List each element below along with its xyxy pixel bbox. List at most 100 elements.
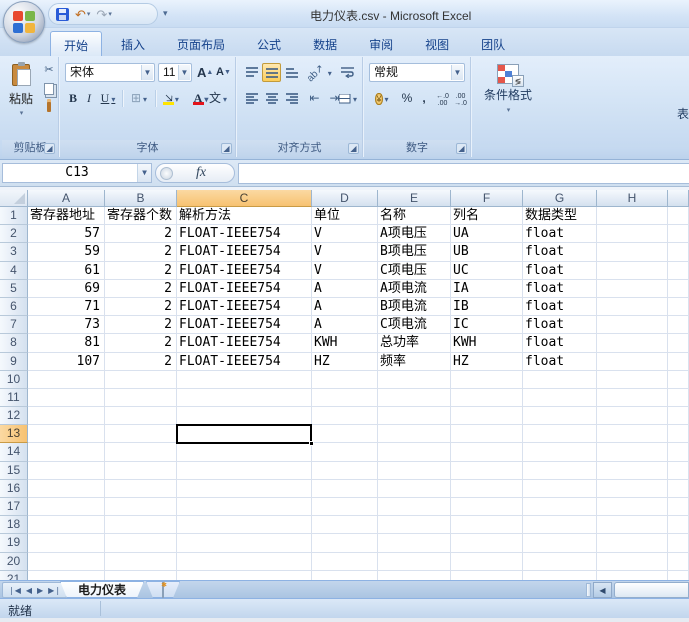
wrap-text-button[interactable] — [337, 63, 357, 82]
cell-G8[interactable]: float — [523, 334, 597, 352]
row-header-12[interactable]: 12 — [0, 407, 28, 425]
cell-B5[interactable]: 2 — [105, 280, 177, 298]
cell-E14[interactable] — [378, 443, 451, 461]
cell-H2[interactable] — [597, 225, 668, 243]
cell-H20[interactable] — [597, 553, 668, 571]
cell-E7[interactable]: C项电流 — [378, 316, 451, 334]
cell-G20[interactable] — [523, 553, 597, 571]
cell-A7[interactable]: 73 — [28, 316, 105, 334]
conditional-formatting-button[interactable]: ≶ 条件格式 ▾ — [480, 60, 536, 138]
cell-I12[interactable] — [668, 407, 689, 425]
column-header-A[interactable]: A — [28, 190, 105, 207]
cell-B11[interactable] — [105, 389, 177, 407]
office-button[interactable] — [3, 1, 45, 43]
cell-A3[interactable]: 59 — [28, 243, 105, 261]
row-header-1[interactable]: 1 — [0, 207, 28, 225]
cell-C6[interactable]: FLOAT-IEEE754 — [177, 298, 312, 316]
fill-color-button[interactable]: 🡦 — [158, 89, 186, 108]
cell-E18[interactable] — [378, 516, 451, 534]
cell-G1[interactable]: 数据类型 — [523, 207, 597, 225]
cell-F10[interactable] — [451, 371, 523, 389]
cell-H7[interactable] — [597, 316, 668, 334]
number-dialog-launcher[interactable]: ◢ — [456, 143, 467, 154]
percent-button[interactable]: % — [398, 89, 416, 108]
cell-D14[interactable] — [312, 443, 378, 461]
sheet-tab[interactable]: 电力仪表 — [60, 581, 144, 598]
cell-E8[interactable]: 总功率 — [378, 334, 451, 352]
paste-button[interactable]: 粘贴 ▾ — [6, 61, 36, 137]
cell-G5[interactable]: float — [523, 280, 597, 298]
cell-A18[interactable] — [28, 516, 105, 534]
cell-B13[interactable] — [105, 425, 177, 443]
cell-G9[interactable]: float — [523, 353, 597, 371]
row-header-15[interactable]: 15 — [0, 462, 28, 480]
cell-H21[interactable] — [597, 571, 668, 580]
insert-worksheet-tab[interactable] — [146, 581, 180, 598]
cell-F21[interactable] — [451, 571, 523, 580]
cell-H5[interactable] — [597, 280, 668, 298]
first-sheet-button[interactable]: ❘◀ — [6, 586, 23, 595]
cell-H18[interactable] — [597, 516, 668, 534]
clipboard-dialog-launcher[interactable]: ◢ — [44, 143, 55, 154]
cell-D19[interactable] — [312, 534, 378, 552]
cell-G19[interactable] — [523, 534, 597, 552]
insert-function-button[interactable]: fx — [155, 163, 235, 183]
cell-G21[interactable] — [523, 571, 597, 580]
cell-D3[interactable]: V — [312, 243, 378, 261]
cell-A19[interactable] — [28, 534, 105, 552]
cell-A20[interactable] — [28, 553, 105, 571]
cell-C11[interactable] — [177, 389, 312, 407]
cell-E15[interactable] — [378, 462, 451, 480]
cell-B12[interactable] — [105, 407, 177, 425]
cell-A15[interactable] — [28, 462, 105, 480]
hscroll-left-arrow[interactable]: ◀ — [593, 582, 612, 598]
row-header-5[interactable]: 5 — [0, 280, 28, 298]
cell-H15[interactable] — [597, 462, 668, 480]
bold-button[interactable]: B — [65, 89, 81, 108]
row-header-6[interactable]: 6 — [0, 298, 28, 316]
cell-A13[interactable] — [28, 425, 105, 443]
ribbon-tab-0[interactable]: 开始 — [50, 31, 102, 56]
cell-A5[interactable]: 69 — [28, 280, 105, 298]
align-bottom-button[interactable] — [282, 63, 301, 82]
cell-C15[interactable] — [177, 462, 312, 480]
format-as-table-button[interactable]: 表 — [668, 60, 689, 138]
cell-F3[interactable]: UB — [451, 243, 523, 261]
cell-B21[interactable] — [105, 571, 177, 580]
number-format-combo[interactable]: 常规 ▼ — [369, 63, 465, 82]
cell-E13[interactable] — [378, 425, 451, 443]
cell-F6[interactable]: IB — [451, 298, 523, 316]
cell-D16[interactable] — [312, 480, 378, 498]
cell-I9[interactable] — [668, 353, 689, 371]
column-header-H[interactable]: H — [597, 190, 668, 207]
save-button[interactable] — [55, 5, 70, 23]
cell-C8[interactable]: FLOAT-IEEE754 — [177, 334, 312, 352]
align-left-button[interactable] — [242, 89, 261, 108]
cell-C16[interactable] — [177, 480, 312, 498]
cell-E11[interactable] — [378, 389, 451, 407]
cell-C12[interactable] — [177, 407, 312, 425]
cell-G16[interactable] — [523, 480, 597, 498]
cell-F15[interactable] — [451, 462, 523, 480]
column-header-partial[interactable] — [668, 190, 689, 207]
cell-H19[interactable] — [597, 534, 668, 552]
cell-G15[interactable] — [523, 462, 597, 480]
cell-D7[interactable]: A — [312, 316, 378, 334]
column-header-D[interactable]: D — [312, 190, 378, 207]
cell-B1[interactable]: 寄存器个数 — [105, 207, 177, 225]
cell-G7[interactable]: float — [523, 316, 597, 334]
phonetic-button[interactable]: 文 — [204, 89, 232, 108]
row-header-21[interactable]: 21 — [0, 571, 28, 580]
cell-E16[interactable] — [378, 480, 451, 498]
cell-F12[interactable] — [451, 407, 523, 425]
cell-C19[interactable] — [177, 534, 312, 552]
cell-E12[interactable] — [378, 407, 451, 425]
cell-G10[interactable] — [523, 371, 597, 389]
borders-button[interactable]: ⊞ — [125, 89, 153, 108]
row-header-9[interactable]: 9 — [0, 353, 28, 371]
select-all-corner[interactable] — [0, 190, 28, 207]
merge-center-button[interactable] — [337, 89, 359, 108]
cell-A17[interactable] — [28, 498, 105, 516]
row-header-7[interactable]: 7 — [0, 316, 28, 334]
cell-H8[interactable] — [597, 334, 668, 352]
